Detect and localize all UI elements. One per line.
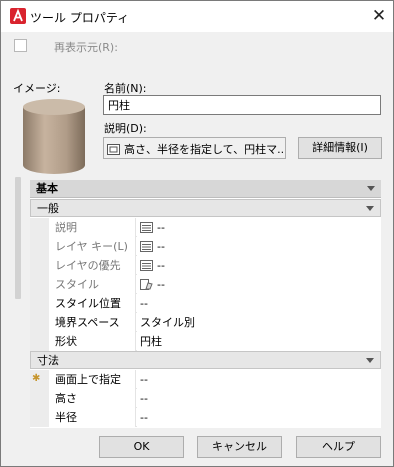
name-label: 名前(N):	[104, 82, 147, 95]
property-name: 説明	[49, 218, 136, 237]
property-row[interactable]: ✱ 画面上で指定 --	[30, 370, 381, 389]
collapse-caret-icon[interactable]	[366, 358, 374, 363]
row-gutter	[30, 256, 49, 275]
description-label: 説明(D):	[104, 122, 147, 135]
edit-text-icon	[107, 144, 120, 155]
description-field[interactable]: 高さ、半径を指定して、円柱マ...	[103, 137, 286, 159]
property-name: レイヤの優先	[49, 256, 136, 275]
property-value[interactable]: --	[137, 408, 381, 427]
name-input[interactable]	[103, 95, 381, 115]
property-row[interactable]: レイヤの優先 --	[30, 256, 381, 275]
section-general-label: 一般	[37, 202, 59, 215]
row-gutter	[30, 389, 49, 408]
property-name: レイヤ キー(L)	[49, 237, 136, 256]
autocad-logo-icon	[10, 8, 26, 24]
section-basic[interactable]: 基本	[30, 180, 381, 198]
row-gutter	[30, 332, 49, 351]
sheet-icon	[140, 222, 153, 233]
collapse-caret-icon[interactable]	[367, 186, 375, 191]
property-grid: 基本 一般 説明 -- レイヤ キー(L) -- レイヤの優先 -- スタイル …	[30, 180, 381, 428]
property-value[interactable]: --	[137, 389, 381, 408]
property-row[interactable]: 半径 --	[30, 408, 381, 427]
section-general[interactable]: 一般	[30, 199, 381, 217]
property-row[interactable]: スタイル位置 --	[30, 294, 381, 313]
image-label: イメージ:	[13, 82, 61, 95]
cylinder-preview-icon	[23, 99, 85, 174]
property-value-text: --	[157, 221, 165, 234]
row-gutter	[30, 313, 49, 332]
row-gutter	[30, 237, 49, 256]
property-row[interactable]: 境界スペース スタイル別	[30, 313, 381, 332]
property-name: 画面上で指定	[49, 370, 136, 389]
row-gutter	[30, 218, 49, 237]
row-gutter	[30, 275, 49, 294]
property-name: スタイル	[49, 275, 136, 294]
collapse-caret-icon[interactable]	[366, 206, 374, 211]
property-value[interactable]: --	[137, 370, 381, 389]
property-value-text: --	[157, 240, 165, 253]
property-row[interactable]: レイヤ キー(L) --	[30, 237, 381, 256]
property-name: 境界スペース	[49, 313, 136, 332]
asterisk-marker-icon: ✱	[32, 373, 41, 384]
tool-properties-dialog: ツール プロパティ ✕ 再表示元(R): イメージ: 名前(N): 説明(D):…	[0, 0, 394, 467]
description-text: 高さ、半径を指定して、円柱マ...	[124, 143, 286, 156]
property-value[interactable]: --	[137, 275, 381, 294]
property-name: スタイル位置	[49, 294, 136, 313]
property-row[interactable]: 形状 円柱	[30, 332, 381, 351]
section-basic-label: 基本	[36, 182, 58, 195]
ok-button[interactable]: OK	[99, 436, 184, 458]
row-gutter	[30, 408, 49, 427]
property-name: 高さ	[49, 389, 136, 408]
style-icon	[140, 279, 153, 290]
property-value-text: --	[157, 278, 165, 291]
section-dimensions[interactable]: 寸法	[30, 351, 381, 369]
property-value[interactable]: --	[137, 294, 381, 313]
property-value[interactable]: --	[137, 256, 381, 275]
property-name: 半径	[49, 408, 136, 427]
redisplay-checkbox[interactable]	[14, 39, 27, 52]
property-value-text: --	[157, 259, 165, 272]
property-row[interactable]: 高さ --	[30, 389, 381, 408]
property-row[interactable]: 説明 --	[30, 218, 381, 237]
row-gutter	[30, 294, 49, 313]
close-icon[interactable]: ✕	[367, 4, 391, 28]
property-value[interactable]: --	[137, 237, 381, 256]
row-gutter: ✱	[30, 370, 49, 389]
window-title: ツール プロパティ	[30, 11, 130, 25]
property-value[interactable]: 円柱	[137, 332, 381, 351]
cancel-button[interactable]: キャンセル	[197, 436, 282, 458]
property-value[interactable]: --	[137, 218, 381, 237]
sheet-icon	[140, 241, 153, 252]
property-value[interactable]: スタイル別	[137, 313, 381, 332]
section-dimensions-label: 寸法	[37, 354, 59, 367]
property-row[interactable]: スタイル --	[30, 275, 381, 294]
redisplay-label: 再表示元(R):	[54, 41, 118, 54]
details-button[interactable]: 詳細情報(I)	[298, 137, 382, 159]
property-name: 形状	[49, 332, 136, 351]
sheet-icon	[140, 260, 153, 271]
title-bar: ツール プロパティ ✕	[1, 1, 393, 32]
help-button[interactable]: ヘルプ	[296, 436, 381, 458]
palette-scrollbar[interactable]	[15, 177, 21, 299]
